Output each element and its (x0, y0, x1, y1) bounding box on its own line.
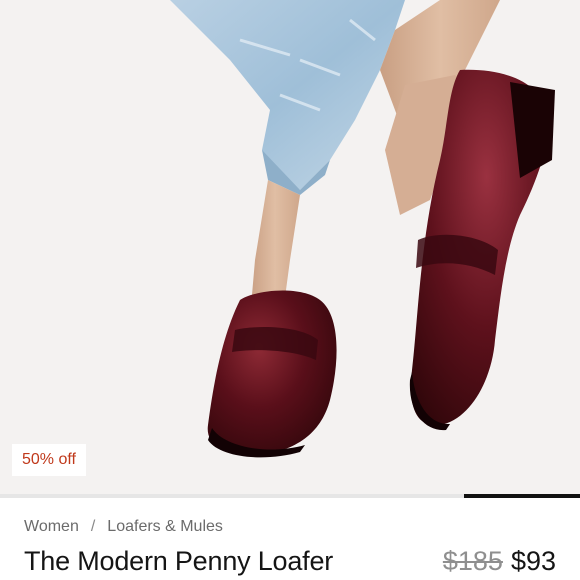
original-price: $185 (442, 546, 503, 576)
jeans-shape (170, 0, 405, 190)
breadcrumb-loafers-mules-link[interactable]: Loafers & Mules (107, 518, 223, 536)
breadcrumb-separator: / (90, 518, 96, 535)
sale-price: $93 (510, 546, 556, 576)
price-block: $185 $93 (443, 546, 556, 577)
left-loafer (207, 290, 337, 456)
gallery-active-indicator (464, 494, 580, 498)
discount-badge: 50% off (12, 444, 86, 476)
product-image[interactable]: 50% off (0, 0, 580, 494)
image-gallery-progress[interactable] (0, 494, 580, 498)
loafer-photo (170, 0, 555, 458)
breadcrumb-women-link[interactable]: Women (24, 518, 79, 536)
product-title: The Modern Penny Loafer (24, 546, 334, 576)
breadcrumb: Women / Loafers & Mules (24, 518, 223, 536)
